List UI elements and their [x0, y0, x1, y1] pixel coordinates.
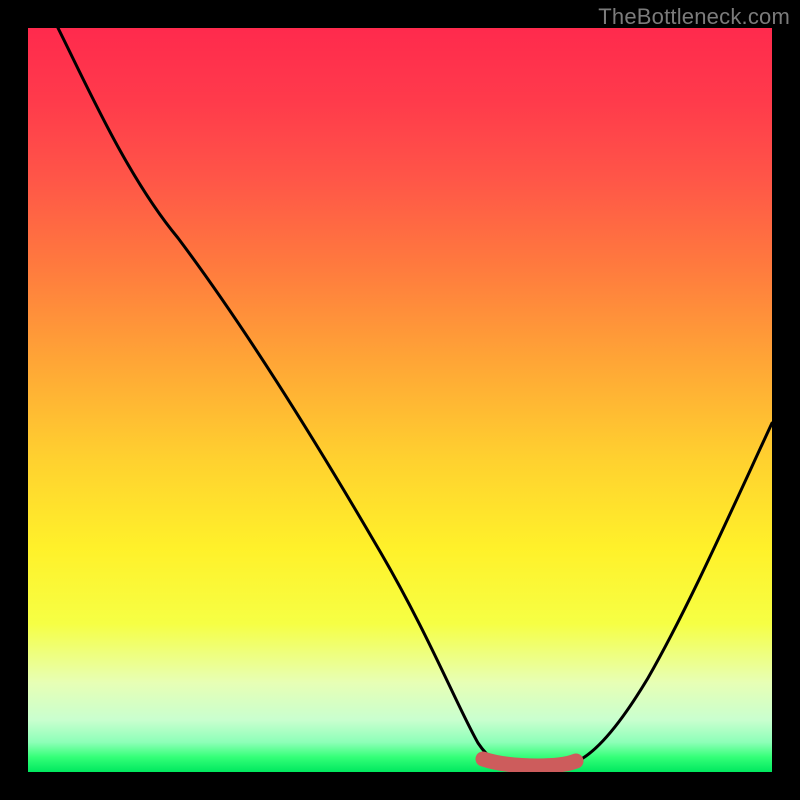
watermark-text: TheBottleneck.com [598, 4, 790, 30]
chart-svg [28, 28, 772, 772]
bottleneck-curve-line [58, 28, 772, 766]
chart-plot-area [28, 28, 772, 772]
optimal-zone-marker [483, 759, 576, 766]
chart-frame: TheBottleneck.com [0, 0, 800, 800]
